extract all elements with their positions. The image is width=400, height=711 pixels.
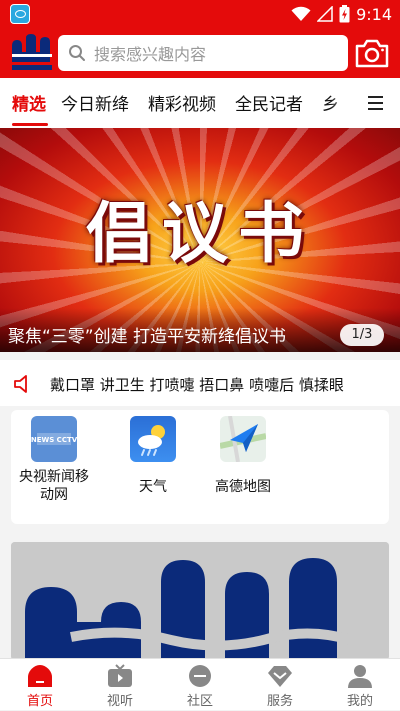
svg-text:NEWS CCTV: NEWS CCTV — [31, 436, 77, 444]
news-card-image[interactable] — [11, 542, 389, 660]
category-tabs: 精选 今日新绛 精彩视频 全民记者 乡 — [0, 78, 400, 128]
notice-bar[interactable]: 戴口罩 讲卫生 打喷嚏 捂口鼻 喷嚏后 慎揉眼 — [0, 360, 400, 406]
menu-icon[interactable] — [360, 90, 390, 116]
nav-community-label: 社区 — [186, 694, 213, 709]
app-label-amap: 高德地图 — [215, 479, 271, 495]
banner-title-art: 倡议书 — [86, 194, 314, 272]
nav-profile-label: 我的 — [346, 694, 373, 709]
service-icon — [268, 666, 292, 687]
tv-icon — [108, 664, 132, 687]
nav-media-label: 视听 — [106, 694, 133, 709]
nav-community[interactable]: 社区 — [160, 659, 240, 711]
header: 搜索感兴趣内容 — [0, 28, 400, 78]
amap-icon — [219, 415, 267, 463]
banner-page-counter: 1/3 — [340, 324, 384, 346]
news-card-logo-art — [11, 542, 389, 660]
signal-icon — [317, 6, 333, 22]
nav-service-label: 服务 — [266, 694, 293, 709]
status-time: 9:14 — [356, 4, 392, 24]
tab-citizen-reporter[interactable]: 全民记者 — [235, 90, 303, 115]
battery-charging-icon — [339, 5, 350, 23]
status-indicators: 9:14 — [291, 3, 392, 25]
tab-videos[interactable]: 精彩视频 — [148, 90, 216, 115]
app-label-cctv-2: 动网 — [40, 487, 68, 503]
speaker-icon — [14, 375, 27, 393]
nav-home-label: 首页 — [26, 694, 53, 709]
bottom-navigation: 首页 视听 社区 服务 我的 — [0, 658, 400, 710]
search-box[interactable]: 搜索感兴趣内容 — [58, 35, 348, 71]
nav-home[interactable]: 首页 — [0, 659, 80, 711]
tabs-fade — [330, 78, 356, 128]
wifi-icon — [291, 6, 311, 21]
app-label-weather: 天气 — [139, 479, 167, 495]
tab-featured[interactable]: 精选 — [12, 90, 46, 115]
banner-carousel[interactable]: 倡议书 聚焦“三零”创建 打造平安新绛倡议书 1/3 — [0, 128, 400, 352]
profile-icon — [348, 665, 372, 688]
active-tab-indicator — [12, 123, 48, 126]
camera-icon[interactable] — [354, 36, 390, 70]
notice-text: 戴口罩 讲卫生 打喷嚏 捂口鼻 喷嚏后 慎揉眼 — [50, 376, 344, 394]
nav-profile[interactable]: 我的 — [320, 659, 400, 711]
home-icon — [28, 665, 52, 687]
nav-media[interactable]: 视听 — [80, 659, 160, 711]
cctv-news-icon: NEWS CCTV — [31, 416, 78, 462]
app-notification-icon — [10, 4, 30, 24]
apps-card: NEWS CCTV 央视新闻移 动网 天气 高德地图 — [11, 410, 389, 524]
app-logo — [8, 32, 56, 74]
tab-today-xinjiang[interactable]: 今日新绛 — [61, 90, 129, 115]
nav-service[interactable]: 服务 — [240, 659, 320, 711]
search-icon — [69, 45, 85, 61]
banner-caption: 聚焦“三零”创建 打造平安新绛倡议书 — [8, 327, 287, 347]
status-bar: 9:14 — [0, 0, 400, 28]
weather-icon — [130, 416, 176, 462]
community-icon — [189, 665, 211, 687]
search-placeholder: 搜索感兴趣内容 — [94, 45, 207, 64]
app-label-cctv-1: 央视新闻移 — [19, 469, 89, 485]
